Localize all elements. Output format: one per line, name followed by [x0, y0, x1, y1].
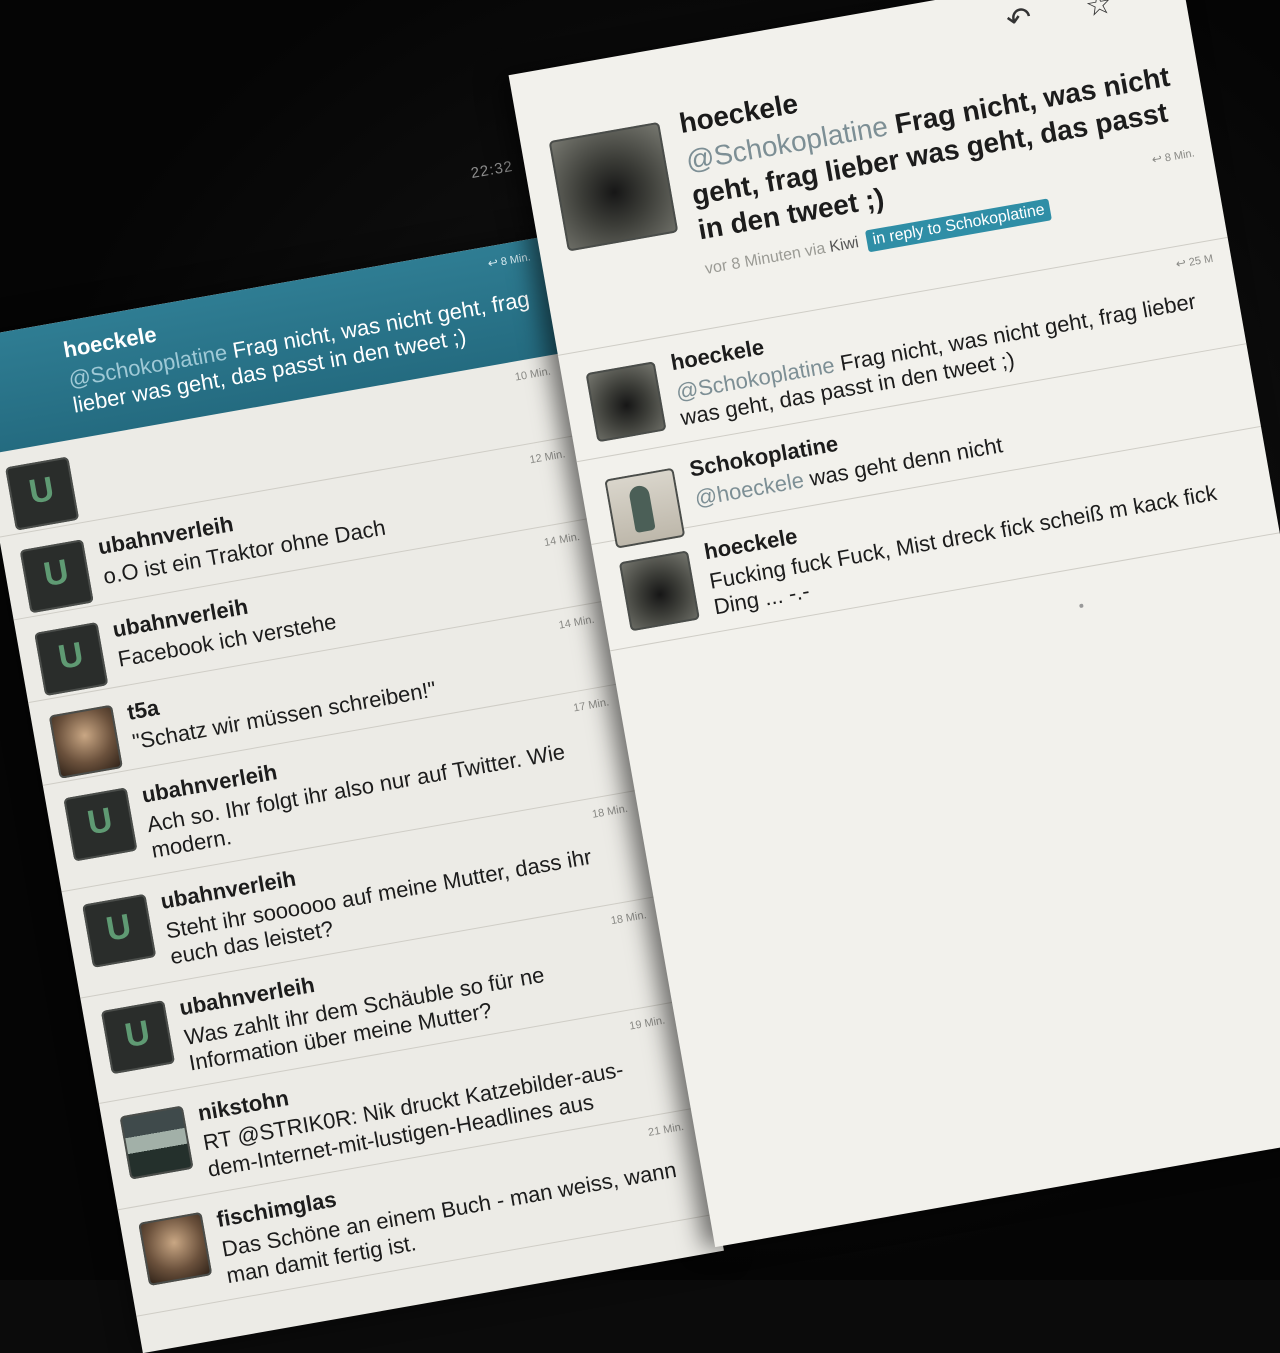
- avatar[interactable]: [618, 550, 700, 632]
- tweet-via: via: [803, 239, 827, 261]
- avatar[interactable]: [138, 1211, 213, 1287]
- avatar[interactable]: [48, 704, 123, 779]
- avatar[interactable]: [119, 1105, 194, 1180]
- tablet-screen: 22:32 ↩8 Min. hoeckele @Schokoplatine Fr…: [0, 0, 1280, 1353]
- tweet-age: vor 8 Minuten: [703, 244, 803, 278]
- status-clock: 22:32: [469, 157, 515, 183]
- avatar[interactable]: [5, 456, 80, 531]
- reply-icon: ↩: [1150, 151, 1164, 167]
- reply-icon: ↩: [486, 255, 500, 271]
- avatar[interactable]: [63, 787, 138, 862]
- reply-icon: ↩: [1174, 255, 1188, 272]
- avatar[interactable]: [34, 621, 109, 697]
- avatar[interactable]: [19, 539, 94, 614]
- photo-frame: 22:32 ↩8 Min. hoeckele @Schokoplatine Fr…: [0, 0, 1280, 1353]
- avatar[interactable]: [585, 361, 667, 443]
- loading-dot: [1079, 603, 1084, 609]
- tweet-client[interactable]: Kiwi: [828, 234, 860, 256]
- tweet-time: 10 Min.: [514, 365, 552, 384]
- avatar[interactable]: [82, 893, 157, 968]
- avatar[interactable]: [100, 999, 175, 1074]
- avatar[interactable]: [548, 121, 679, 252]
